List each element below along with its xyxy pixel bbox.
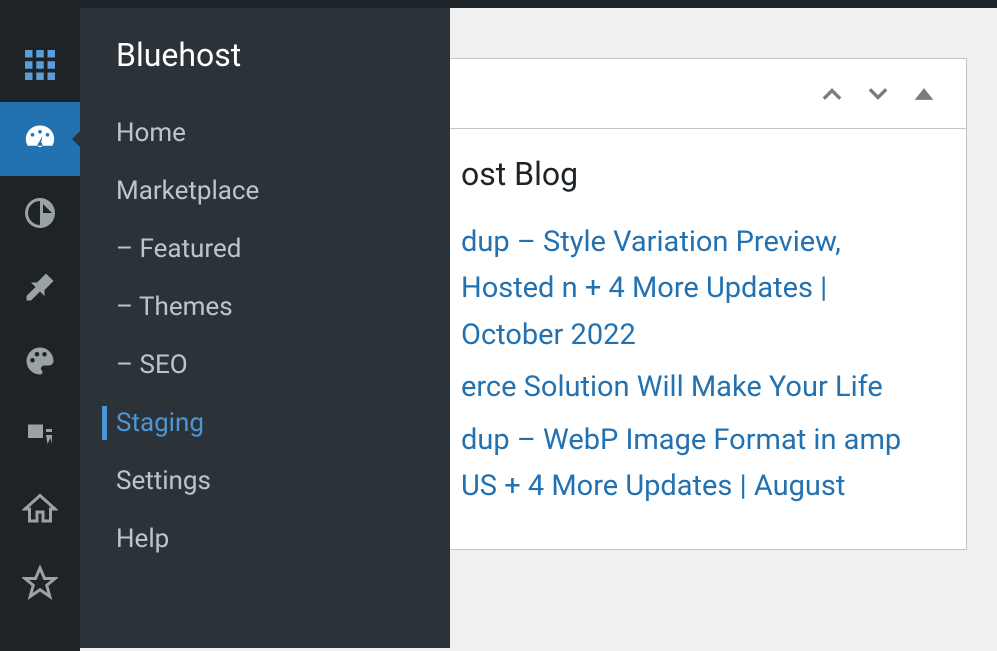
star-icon — [22, 565, 58, 601]
panel-title: ost Blog — [461, 155, 930, 193]
submenu-item-marketplace[interactable]: Marketplace — [80, 162, 450, 220]
grid-icon — [22, 47, 58, 83]
sidebar-item-favorites[interactable] — [0, 546, 80, 620]
sidebar-item-bluehost[interactable] — [0, 28, 80, 102]
submenu-panel: Bluehost Home Marketplace – Featured – T… — [80, 8, 450, 648]
admin-topbar — [0, 0, 997, 8]
submenu-item-settings[interactable]: Settings — [80, 452, 450, 510]
submenu-item-featured[interactable]: – Featured — [80, 220, 450, 278]
sidebar-item-sitekit[interactable] — [0, 176, 80, 250]
sidebar-item-media[interactable] — [0, 398, 80, 472]
admin-sidebar — [0, 8, 80, 651]
pin-icon — [22, 269, 58, 305]
submenu-item-staging[interactable]: Staging — [80, 394, 450, 452]
triangle-up-icon[interactable] — [910, 80, 938, 108]
dashboard-icon — [22, 121, 58, 157]
blog-link[interactable]: dup – WebP Image Format in amp US + 4 Mo… — [461, 417, 930, 510]
circle-half-icon — [22, 195, 58, 231]
submenu-item-themes[interactable]: – Themes — [80, 278, 450, 336]
media-icon — [22, 417, 58, 453]
palette-icon — [22, 343, 58, 379]
blog-link[interactable]: erce Solution Will Make Your Life — [461, 364, 930, 410]
house-icon — [22, 491, 58, 527]
submenu-item-home[interactable]: Home — [80, 104, 450, 162]
submenu-item-seo[interactable]: – SEO — [80, 336, 450, 394]
blog-link[interactable]: dup – Style Variation Preview, Hosted n … — [461, 219, 930, 358]
sidebar-item-posts[interactable] — [0, 250, 80, 324]
submenu-item-help[interactable]: Help — [80, 510, 450, 568]
sidebar-item-dashboard[interactable] — [0, 102, 80, 176]
chevron-down-icon[interactable] — [864, 80, 892, 108]
sidebar-item-appearance[interactable] — [0, 324, 80, 398]
submenu-title: Bluehost — [80, 36, 450, 104]
sidebar-item-pages[interactable] — [0, 472, 80, 546]
chevron-up-icon[interactable] — [818, 80, 846, 108]
